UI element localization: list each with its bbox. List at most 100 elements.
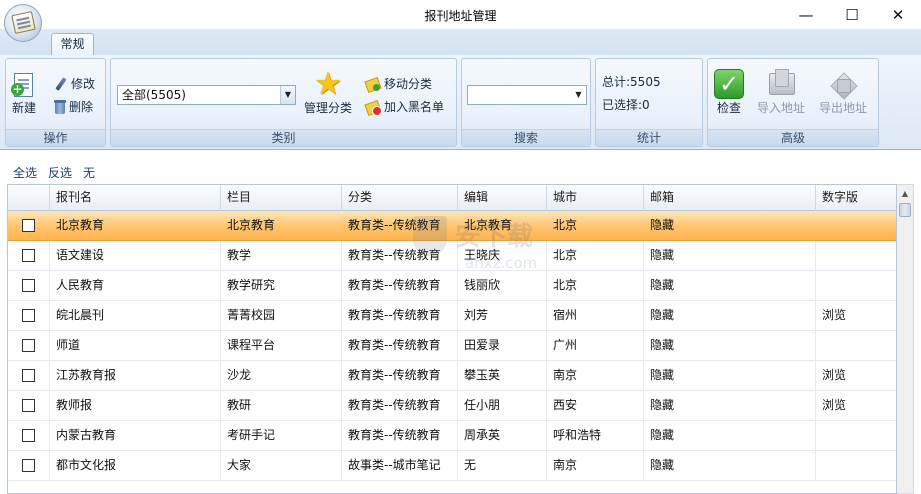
- column-header-select[interactable]: [8, 185, 50, 211]
- table-row[interactable]: 江苏教育报 沙龙 教育类--传统教育 攀玉英 南京 隐藏 浏览: [8, 361, 896, 391]
- column-header-email[interactable]: 邮箱: [644, 185, 816, 211]
- cell-digital: [816, 451, 896, 481]
- cell-select: [8, 451, 50, 481]
- cell-category: 故事类--城市笔记: [342, 451, 458, 481]
- scroll-up-icon[interactable]: ▲: [897, 185, 913, 202]
- cell-digital: [816, 241, 896, 271]
- table-row[interactable]: 语文建设 教学 教育类--传统教育 王晓庆 北京 隐藏: [8, 241, 896, 271]
- cell-digital[interactable]: 浏览: [816, 301, 896, 331]
- column-header-digital[interactable]: 数字版: [816, 185, 896, 211]
- cell-column: 北京教育: [227, 218, 276, 232]
- move-category-button[interactable]: 移动分类: [366, 75, 432, 92]
- manage-category-label: 管理分类: [304, 101, 353, 115]
- cell-email: 隐藏: [644, 241, 816, 271]
- pencil-icon: [54, 77, 68, 91]
- edit-button-label: 修改: [71, 77, 96, 91]
- row-checkbox[interactable]: [22, 369, 35, 382]
- invert-selection-link[interactable]: 反选: [48, 164, 72, 181]
- column-header-name[interactable]: 报刊名: [50, 185, 221, 211]
- minimize-button[interactable]: —: [783, 0, 829, 30]
- check-button-label: 检查: [716, 101, 741, 115]
- new-button-label: 新建: [11, 101, 36, 115]
- cell-category: 教育类--传统教育: [342, 331, 458, 361]
- import-address-button[interactable]: 导入地址: [757, 69, 805, 116]
- total-count: 总计:5505: [602, 75, 661, 89]
- maximize-icon: ☐: [845, 6, 859, 24]
- delete-button[interactable]: 删除: [54, 98, 93, 115]
- table-row[interactable]: 皖北晨刊 菁菁校园 教育类--传统教育 刘芳 宿州 隐藏 浏览: [8, 301, 896, 331]
- row-checkbox[interactable]: [22, 459, 35, 472]
- edit-button[interactable]: 修改: [54, 75, 95, 92]
- cell-column: 考研手记: [221, 421, 342, 451]
- check-button[interactable]: ✓ 检查: [714, 69, 744, 116]
- column-header-column[interactable]: 栏目: [221, 185, 342, 211]
- search-select[interactable]: ▼: [467, 85, 587, 105]
- tab-general[interactable]: 常规: [51, 33, 94, 56]
- column-header-editor[interactable]: 编辑: [458, 185, 547, 211]
- column-header-city[interactable]: 城市: [547, 185, 644, 211]
- cell-email: 隐藏: [644, 361, 816, 391]
- cell-select: [8, 211, 50, 241]
- table-row[interactable]: 师道 课程平台 教育类--传统教育 田爱录 广州 隐藏: [8, 331, 896, 361]
- cell-email: 隐藏: [644, 451, 816, 481]
- column-header-category[interactable]: 分类: [342, 185, 458, 211]
- row-checkbox[interactable]: [22, 309, 35, 322]
- table-row[interactable]: 内蒙古教育 考研手记 教育类--传统教育 周承英 呼和浩特 隐藏: [8, 421, 896, 451]
- chevron-down-icon[interactable]: ▼: [571, 86, 586, 104]
- checkmark-icon: ✓: [714, 69, 744, 99]
- app-menu-button[interactable]: [4, 4, 42, 42]
- select-all-link[interactable]: 全选: [13, 164, 37, 181]
- row-checkbox[interactable]: [22, 219, 35, 232]
- maximize-button[interactable]: ☐: [829, 0, 875, 30]
- row-checkbox[interactable]: [22, 279, 35, 292]
- table-row[interactable]: 人民教育 教学研究 教育类--传统教育 钱丽欣 北京 隐藏: [8, 271, 896, 301]
- cell-column: 大家: [221, 451, 342, 481]
- row-checkbox[interactable]: [22, 339, 35, 352]
- cell-select: [8, 331, 50, 361]
- cell-select: [8, 421, 50, 451]
- chevron-down-icon[interactable]: ▼: [280, 86, 295, 104]
- category-select-value: 全部(5505): [122, 88, 186, 102]
- cell-city: 西安: [547, 391, 644, 421]
- add-blacklist-button[interactable]: 加入黑名单: [366, 98, 444, 116]
- minimize-icon: —: [798, 6, 814, 24]
- table-row[interactable]: 教师报 教研 教育类--传统教育 任小朋 西安 隐藏 浏览: [8, 391, 896, 421]
- row-checkbox[interactable]: [22, 399, 35, 412]
- title-bar: 报刊地址管理 — ☐ ✕: [0, 0, 921, 30]
- ribbon-group-search: ▼ 搜索: [461, 58, 591, 147]
- cell-email: 隐藏: [644, 301, 816, 331]
- new-button[interactable]: + 新建: [11, 71, 37, 116]
- cell-column: 课程平台: [221, 331, 342, 361]
- cell-name: 北京教育: [56, 218, 105, 232]
- cell-select: [8, 391, 50, 421]
- delete-button-label: 删除: [69, 100, 94, 114]
- cell-category: 教育类--传统教育: [342, 301, 458, 331]
- scroll-thumb[interactable]: [899, 203, 911, 217]
- table-row[interactable]: 都市文化报 大家 故事类--城市笔记无南京 隐藏: [8, 451, 896, 481]
- close-button[interactable]: ✕: [875, 0, 921, 30]
- cell-city: 宿州: [547, 301, 644, 331]
- category-select[interactable]: 全部(5505) ▼: [117, 85, 296, 105]
- ribbon: + 新建 修改 删除 操作 全部(5505) ▼ ★ 管理分类 移动分类 加入黑…: [0, 55, 921, 150]
- row-checkbox[interactable]: [22, 429, 35, 442]
- row-checkbox[interactable]: [22, 249, 35, 262]
- cell-column: 教学: [221, 241, 342, 271]
- cell-digital: [816, 331, 896, 361]
- cell-category: 教育类--传统教育: [348, 218, 441, 232]
- vertical-scrollbar[interactable]: ▲: [897, 184, 914, 494]
- manage-category-button[interactable]: ★ 管理分类: [304, 69, 352, 116]
- cell-select: [8, 361, 50, 391]
- cell-digital[interactable]: 浏览: [816, 391, 896, 421]
- cell-email: 隐藏: [644, 391, 816, 421]
- cell-city: 北京: [547, 241, 644, 271]
- cell-digital[interactable]: 浏览: [816, 361, 896, 391]
- cell-select: [8, 301, 50, 331]
- table-row[interactable]: 北京教育 北京教育 教育类--传统教育 北京教育 北京 隐藏: [8, 211, 896, 241]
- cell-email: 隐藏: [644, 421, 816, 451]
- cell-editor: 攀玉英: [458, 361, 547, 391]
- select-none-link[interactable]: 无: [83, 164, 95, 181]
- cell-editor: 王晓庆: [458, 241, 547, 271]
- cell-city: 南京: [547, 451, 644, 481]
- export-address-button[interactable]: 导出地址: [819, 69, 867, 116]
- cell-name: 人民教育: [50, 271, 221, 301]
